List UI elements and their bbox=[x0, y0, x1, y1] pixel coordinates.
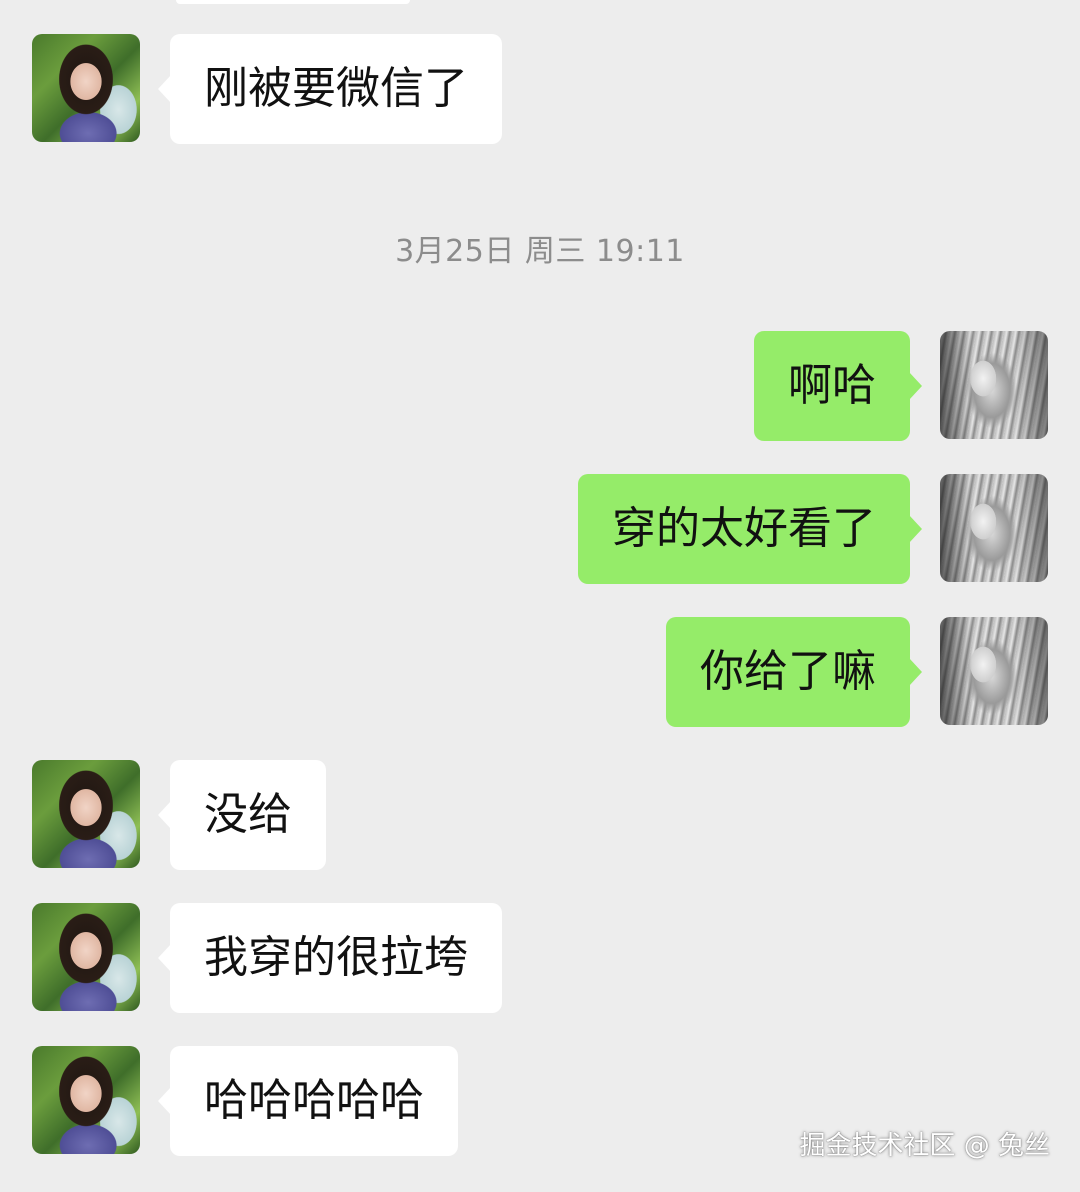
message-bubble-incoming[interactable]: 我穿的很拉垮 bbox=[158, 903, 502, 1013]
message-bubble-outgoing[interactable]: 你给了嘛 bbox=[666, 617, 922, 727]
contact-avatar[interactable] bbox=[32, 903, 140, 1011]
contact-avatar[interactable] bbox=[32, 760, 140, 868]
contact-avatar[interactable] bbox=[32, 34, 140, 142]
message-row-incoming: 我穿的很拉垮 bbox=[0, 903, 1080, 1015]
message-row-outgoing: 啊哈 bbox=[0, 331, 1080, 443]
self-avatar[interactable] bbox=[940, 331, 1048, 439]
message-bubble-incoming[interactable]: 没给 bbox=[158, 760, 326, 870]
self-avatar[interactable] bbox=[940, 617, 1048, 725]
self-avatar[interactable] bbox=[940, 474, 1048, 582]
message-bubble-incoming[interactable]: 刚被要微信了 bbox=[158, 34, 502, 144]
message-bubble-outgoing[interactable]: 啊哈 bbox=[754, 331, 922, 441]
chat-timestamp: 3月25日 周三 19:11 bbox=[395, 234, 685, 269]
message-row-outgoing: 你给了嘛 bbox=[0, 617, 1080, 729]
message-bubble-outgoing[interactable]: 穿的太好看了 bbox=[578, 474, 922, 584]
watermark-text: 掘金技术社区 @ 兔丝 bbox=[799, 1131, 1050, 1161]
message-row-incoming: 刚被要微信了 bbox=[0, 34, 1080, 146]
contact-avatar[interactable] bbox=[32, 1046, 140, 1154]
message-row-incoming: 没给 bbox=[0, 760, 1080, 872]
message-row-outgoing: 穿的太好看了 bbox=[0, 474, 1080, 586]
previous-message-bubble-edge bbox=[176, 0, 410, 4]
message-bubble-incoming[interactable]: 哈哈哈哈哈 bbox=[158, 1046, 458, 1156]
